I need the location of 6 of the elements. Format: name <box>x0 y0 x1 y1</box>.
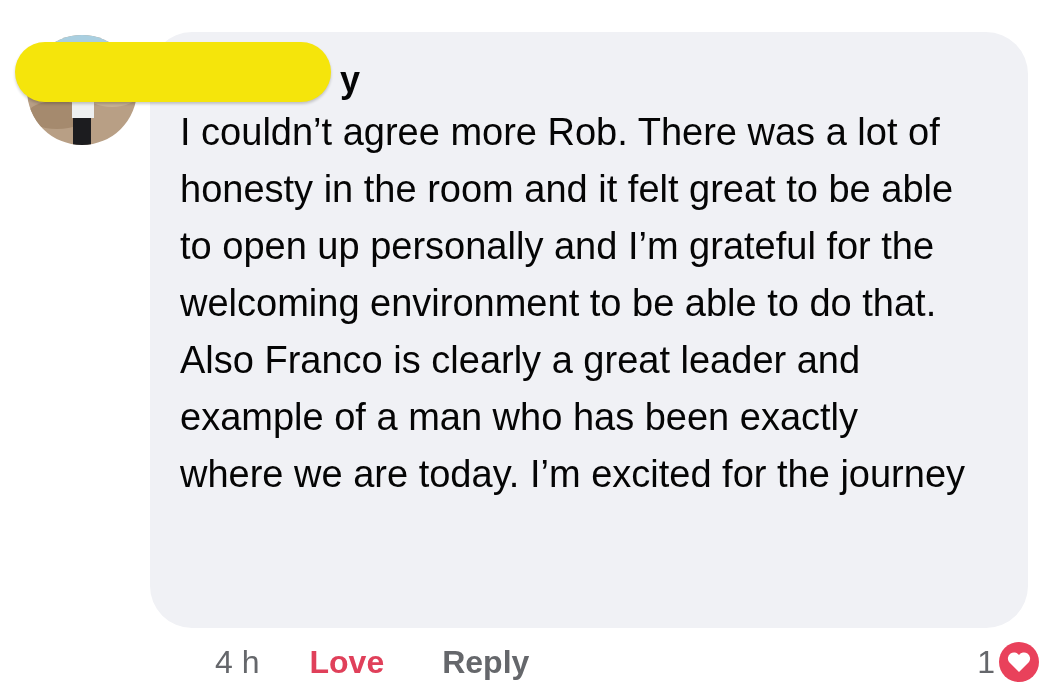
timestamp: 4 h <box>215 643 260 681</box>
comment-text: I couldn’t agree more Rob. There was a lot of honesty in the room and it felt great to be able to open up personally and I’m grateful for the welcoming environment to be able to do that. Also Franco is clearly a great leader and example of a man who has been exactly where we are today. I’m excited for the journey <box>180 110 966 497</box>
love-link[interactable]: Love <box>309 643 385 681</box>
reply-link[interactable]: Reply <box>442 643 530 681</box>
reaction-count[interactable]: 1 <box>977 643 995 681</box>
author-name[interactable]: y <box>340 58 361 102</box>
